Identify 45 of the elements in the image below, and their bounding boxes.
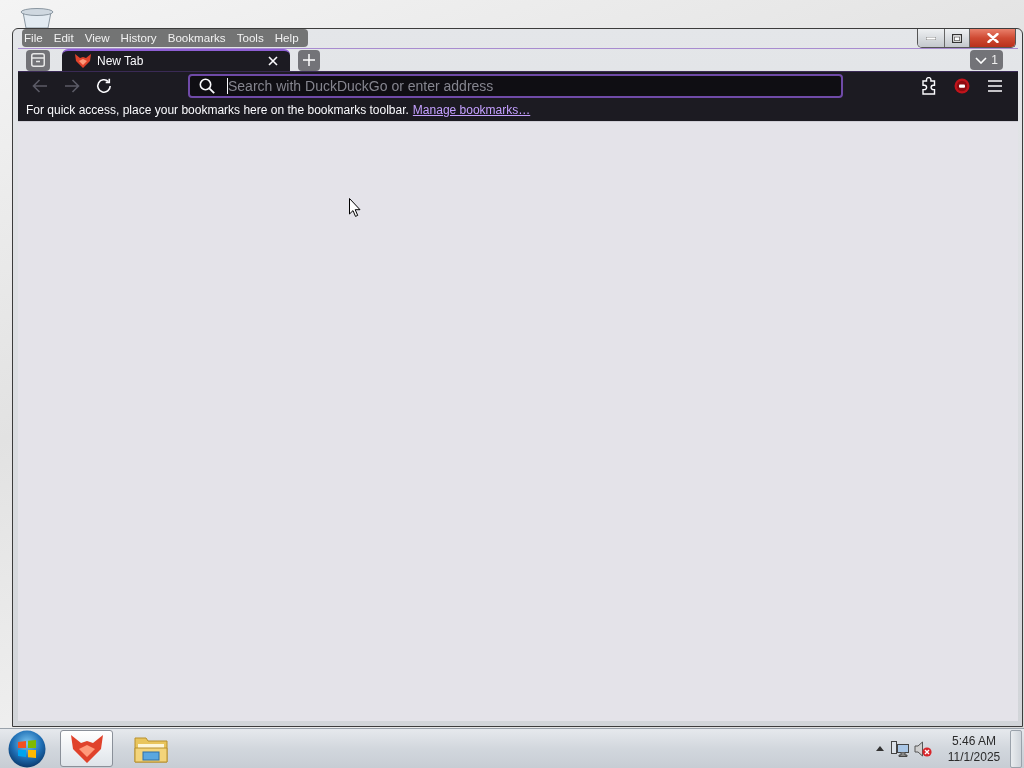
address-input[interactable]: Search with DuckDuckGo or enter address <box>228 75 835 96</box>
forward-arrow-icon <box>64 78 80 93</box>
menu-item[interactable]: Bookmarks <box>161 30 231 46</box>
reload-icon <box>96 77 112 94</box>
manage-bookmarks-link[interactable]: Manage bookmarks… <box>412 103 531 117</box>
minimize-button[interactable] <box>918 29 945 47</box>
no-entry-icon <box>954 77 970 94</box>
maximize-icon <box>952 33 962 43</box>
close-window-button[interactable] <box>970 29 1015 47</box>
menu-icon <box>988 79 1002 92</box>
back-arrow-icon <box>32 78 48 93</box>
menu-item[interactable]: View <box>78 30 115 46</box>
fox-icon <box>75 54 91 68</box>
maximize-button[interactable] <box>945 29 970 47</box>
computer-network-icon <box>891 740 909 757</box>
bookmarks-toolbar-hint: For quick access, place your bookmarks here on the bookmarks toolbar. <box>26 103 409 117</box>
minimize-icon <box>926 36 936 40</box>
recycle-bin-icon <box>20 8 54 28</box>
puzzle-piece-icon <box>921 76 937 95</box>
browser-taskbar-button[interactable] <box>60 730 113 767</box>
menu-item[interactable]: Help <box>268 30 304 46</box>
mouse-pointer-icon <box>349 198 361 217</box>
search-icon <box>199 77 215 94</box>
close-tab-button[interactable] <box>266 54 280 68</box>
plus-icon <box>303 54 315 66</box>
new-tab-button[interactable] <box>298 49 320 71</box>
drawer-icon <box>31 53 45 67</box>
address-bar[interactable]: Search with DuckDuckGo or enter address <box>188 73 843 98</box>
chevron-down-icon <box>975 56 988 64</box>
chevron-up-icon <box>876 746 884 751</box>
tab-overview-button[interactable] <box>26 49 50 71</box>
start-orb-icon <box>8 729 46 768</box>
close-icon <box>986 33 999 43</box>
menu-item[interactable]: Edit <box>47 30 79 46</box>
menu-item[interactable]: File <box>22 30 48 46</box>
text-caret <box>227 77 228 94</box>
list-all-tabs-button[interactable]: 1 <box>970 50 1003 70</box>
fox-icon <box>70 734 103 763</box>
menu-item[interactable]: Tools <box>230 30 269 46</box>
start-button[interactable] <box>8 729 46 768</box>
menu-item[interactable]: History <box>114 30 162 46</box>
clock-button[interactable]: 5:46 AM 11/1/2025 <box>946 732 1002 765</box>
tab[interactable]: New Tab <box>62 49 290 71</box>
close-icon <box>268 56 278 66</box>
folder-icon <box>133 734 168 763</box>
